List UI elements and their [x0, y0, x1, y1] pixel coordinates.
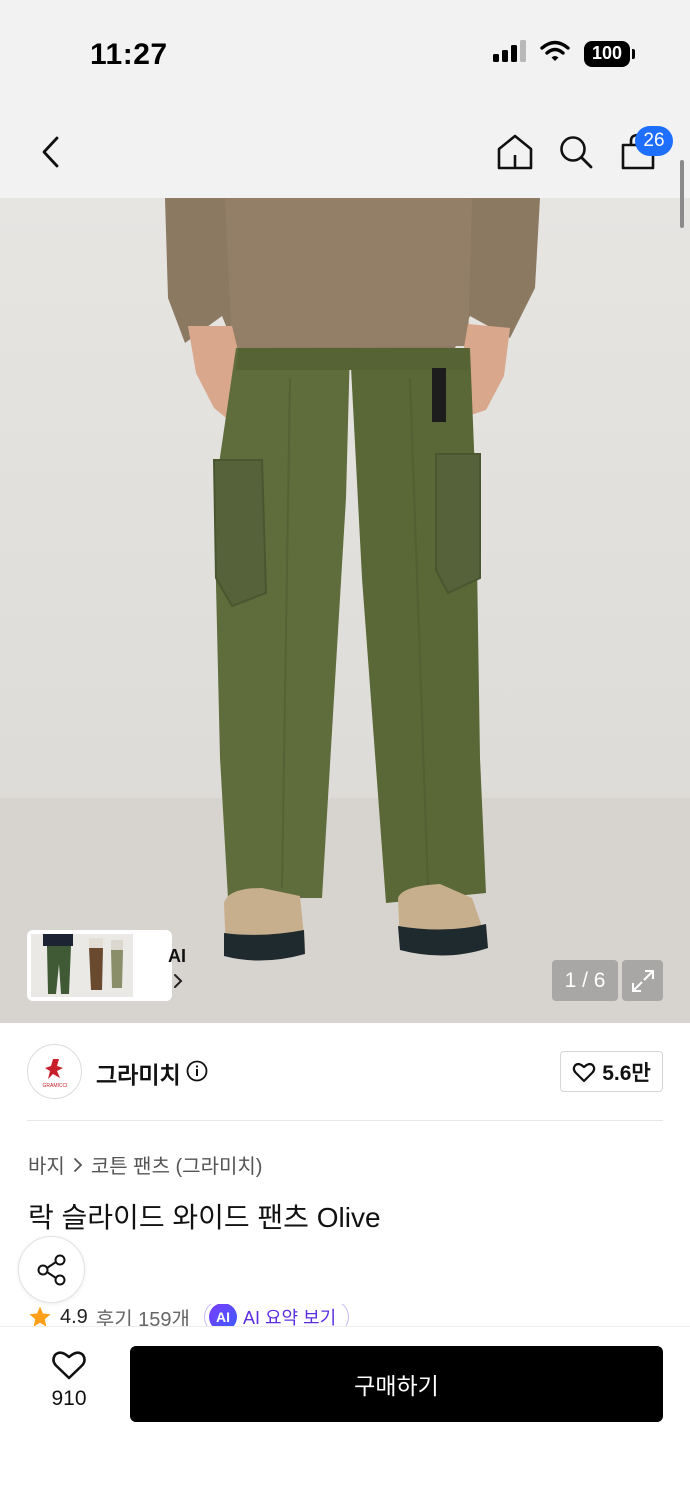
product-title: 락 슬라이드 와이드 팬츠 Olive	[28, 1202, 381, 1233]
wifi-icon	[540, 40, 570, 67]
expand-icon	[631, 969, 654, 992]
battery-icon: 100	[584, 40, 635, 67]
info-icon[interactable]	[186, 1060, 208, 1082]
back-button[interactable]	[30, 130, 70, 174]
breadcrumb: 바지 코튼 팬츠 (그라미치)	[28, 1150, 262, 1179]
brand-like-button[interactable]: 5.6만	[560, 1051, 663, 1092]
share-button[interactable]	[18, 1236, 85, 1303]
brand-name[interactable]: 그라미치	[96, 1056, 181, 1090]
share-icon	[37, 1254, 65, 1285]
chevron-right-icon	[73, 1157, 83, 1172]
brand-row: GRAMICCI 그라미치 5.6만	[0, 1023, 690, 1121]
breadcrumb-subcategory[interactable]: 코튼 팬츠 (그라미치)	[91, 1150, 263, 1179]
status-time: 11:27	[90, 38, 168, 71]
breadcrumb-category[interactable]: 바지	[28, 1150, 65, 1179]
product-photo	[0, 198, 690, 1023]
chevron-right-icon	[174, 974, 183, 988]
image-page-counter: 1 / 6	[552, 960, 618, 1001]
scroll-indicator	[680, 160, 684, 228]
expand-image-button[interactable]	[622, 960, 663, 1001]
back-chevron-icon	[42, 136, 59, 168]
search-button[interactable]	[555, 130, 597, 174]
brand-logo[interactable]: GRAMICCI	[27, 1044, 82, 1099]
brand-logo-mark: GRAMICCI	[42, 1058, 67, 1089]
cellular-signal-icon	[492, 40, 526, 67]
brand-like-count: 5.6만	[602, 1061, 651, 1085]
home-button[interactable]	[494, 130, 536, 174]
cart-count-badge: 26	[635, 126, 673, 156]
heart-icon	[52, 1351, 86, 1380]
section-divider	[27, 1120, 663, 1121]
top-nav-bar	[0, 104, 690, 198]
wishlist-count: 910	[51, 1387, 87, 1410]
product-image[interactable]	[0, 198, 690, 1023]
thumbnail-image	[31, 934, 133, 997]
ai-thumbnail-card[interactable]: AI	[27, 930, 186, 1001]
home-icon	[497, 134, 533, 170]
thumbnail-ai-label: AI	[168, 946, 186, 966]
buy-button[interactable]: 구매하기	[130, 1346, 663, 1422]
status-icons: 100	[492, 40, 635, 67]
status-bar: 11:27 100	[0, 0, 690, 104]
bottom-action-bar: 910 구매하기	[0, 1326, 690, 1500]
brand-logo-text: GRAMICCI	[42, 1083, 67, 1089]
heart-icon	[573, 1062, 596, 1082]
wishlist-button[interactable]: 910	[38, 1349, 100, 1421]
search-icon	[560, 136, 593, 169]
